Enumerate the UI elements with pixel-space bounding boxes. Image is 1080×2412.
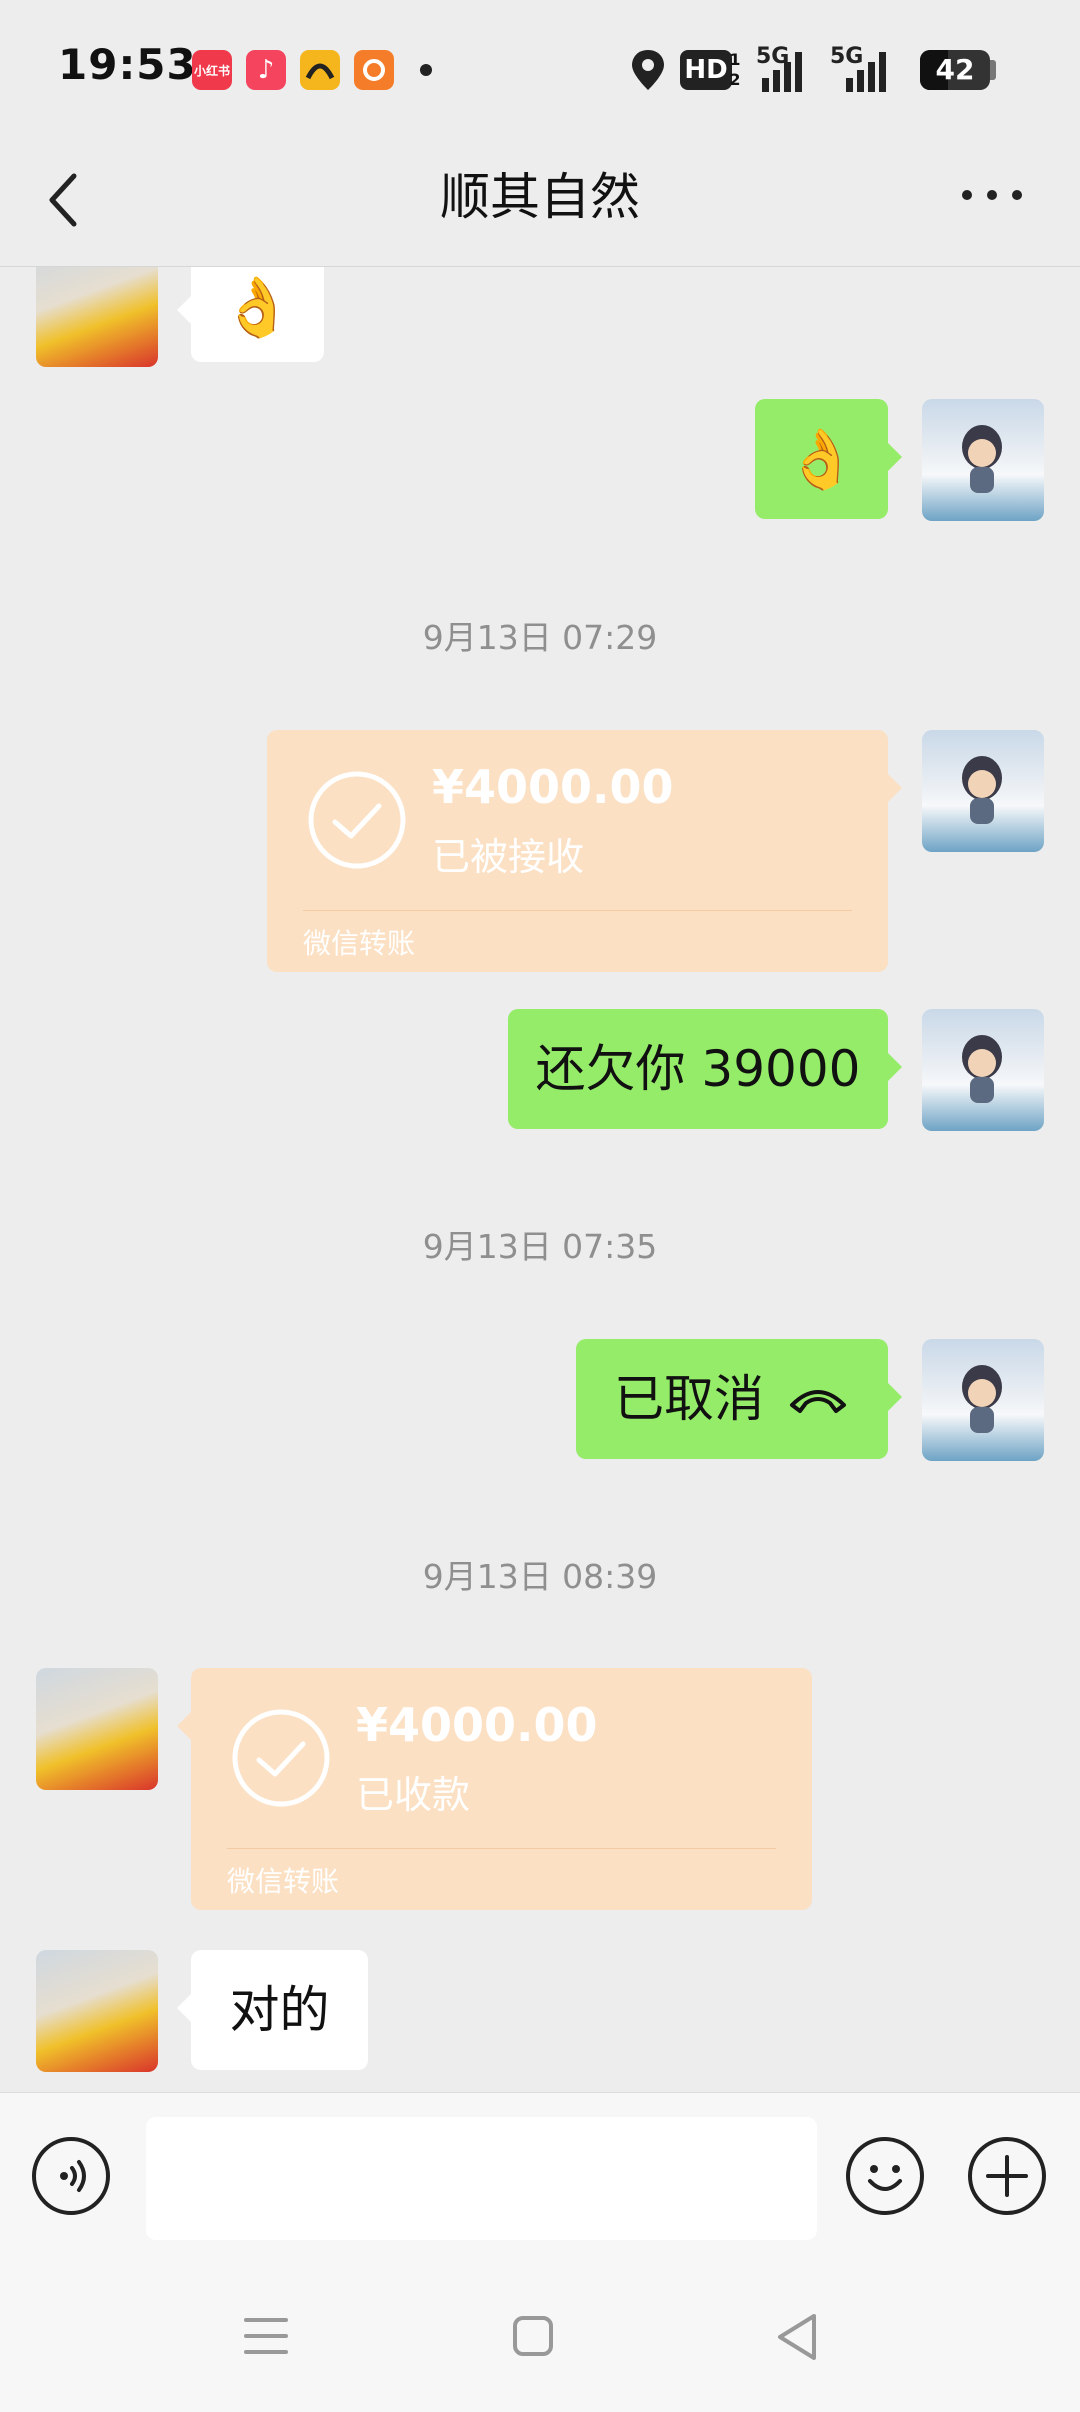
home-icon[interactable] — [512, 2315, 554, 2361]
hd-badge: HD — [680, 50, 732, 90]
check-circle-icon — [308, 771, 406, 869]
call-status-text: 已取消 — [614, 1370, 764, 1428]
my-avatar[interactable] — [922, 1339, 1044, 1461]
my-avatar[interactable] — [922, 1009, 1044, 1131]
message-bubble-me[interactable]: 还欠你 39000 — [508, 1009, 902, 1129]
transfer-amount: ¥4000.00 — [432, 760, 674, 814]
notification-dot — [420, 64, 432, 76]
message-bubble-me[interactable]: 👌 — [755, 399, 902, 519]
phone-hangup-icon — [790, 1390, 846, 1413]
more-options-icon[interactable] — [962, 185, 1022, 205]
transfer-status: 已被接收 — [432, 835, 585, 879]
timestamp: 9月13日 07:29 — [422, 618, 658, 657]
transfer-label: 微信转账 — [303, 927, 416, 960]
more-functions-button[interactable] — [968, 2137, 1046, 2215]
hd-sim-index: 1 2 — [729, 50, 741, 89]
signal1-bars-icon — [762, 52, 802, 92]
battery-percent: 42 — [935, 53, 975, 86]
divider — [227, 1848, 776, 1849]
transfer-card-received[interactable]: ¥4000.00 已收款 微信转账 — [177, 1668, 812, 1910]
transfer-status: 已收款 — [356, 1773, 471, 1817]
voice-icon — [60, 2160, 86, 2192]
didi-icon — [300, 50, 340, 90]
message-input[interactable] — [146, 2117, 817, 2240]
divider — [303, 910, 852, 911]
signal2-bars-icon — [846, 52, 886, 92]
transfer-card-sent[interactable]: ¥4000.00 已被接收 微信转账 — [267, 730, 902, 972]
back-nav-icon[interactable] — [774, 2312, 820, 2366]
message-bubble-friend[interactable]: 对的 — [177, 1950, 368, 2070]
orange-app-icon — [354, 50, 394, 90]
my-avatar[interactable] — [922, 399, 1044, 521]
plus-icon — [986, 2155, 1028, 2197]
music-icon: ♪ — [246, 50, 286, 90]
timestamp: 9月13日 08:39 — [422, 1557, 658, 1596]
message-bubble-friend[interactable]: 👌 — [177, 267, 324, 362]
recent-apps-icon[interactable] — [244, 2316, 288, 2360]
chat-messages[interactable]: 👌 👌 9月13日 07:29 ¥4000.00 已被接收 微信转账 还欠你 3… — [0, 267, 1080, 2092]
friend-avatar[interactable] — [36, 1668, 158, 1790]
chat-title: 顺其自然 — [440, 168, 640, 226]
transfer-amount: ¥4000.00 — [356, 1698, 598, 1752]
smiley-icon — [868, 2165, 902, 2191]
xiaohongshu-icon: 小红书 — [192, 50, 232, 90]
my-avatar[interactable] — [922, 730, 1044, 852]
status-time: 19:53 — [58, 40, 197, 89]
battery-cap — [990, 60, 996, 80]
emoji-button[interactable] — [846, 2137, 924, 2215]
timestamp: 9月13日 07:35 — [422, 1227, 658, 1266]
friend-avatar[interactable] — [36, 267, 158, 367]
location-icon — [628, 48, 668, 96]
friend-avatar[interactable] — [36, 1950, 158, 2072]
check-circle-icon — [232, 1709, 330, 1807]
voice-input-button[interactable] — [32, 2137, 110, 2215]
transfer-label: 微信转账 — [227, 1865, 340, 1898]
call-cancelled-bubble[interactable]: 已取消 — [576, 1339, 902, 1459]
